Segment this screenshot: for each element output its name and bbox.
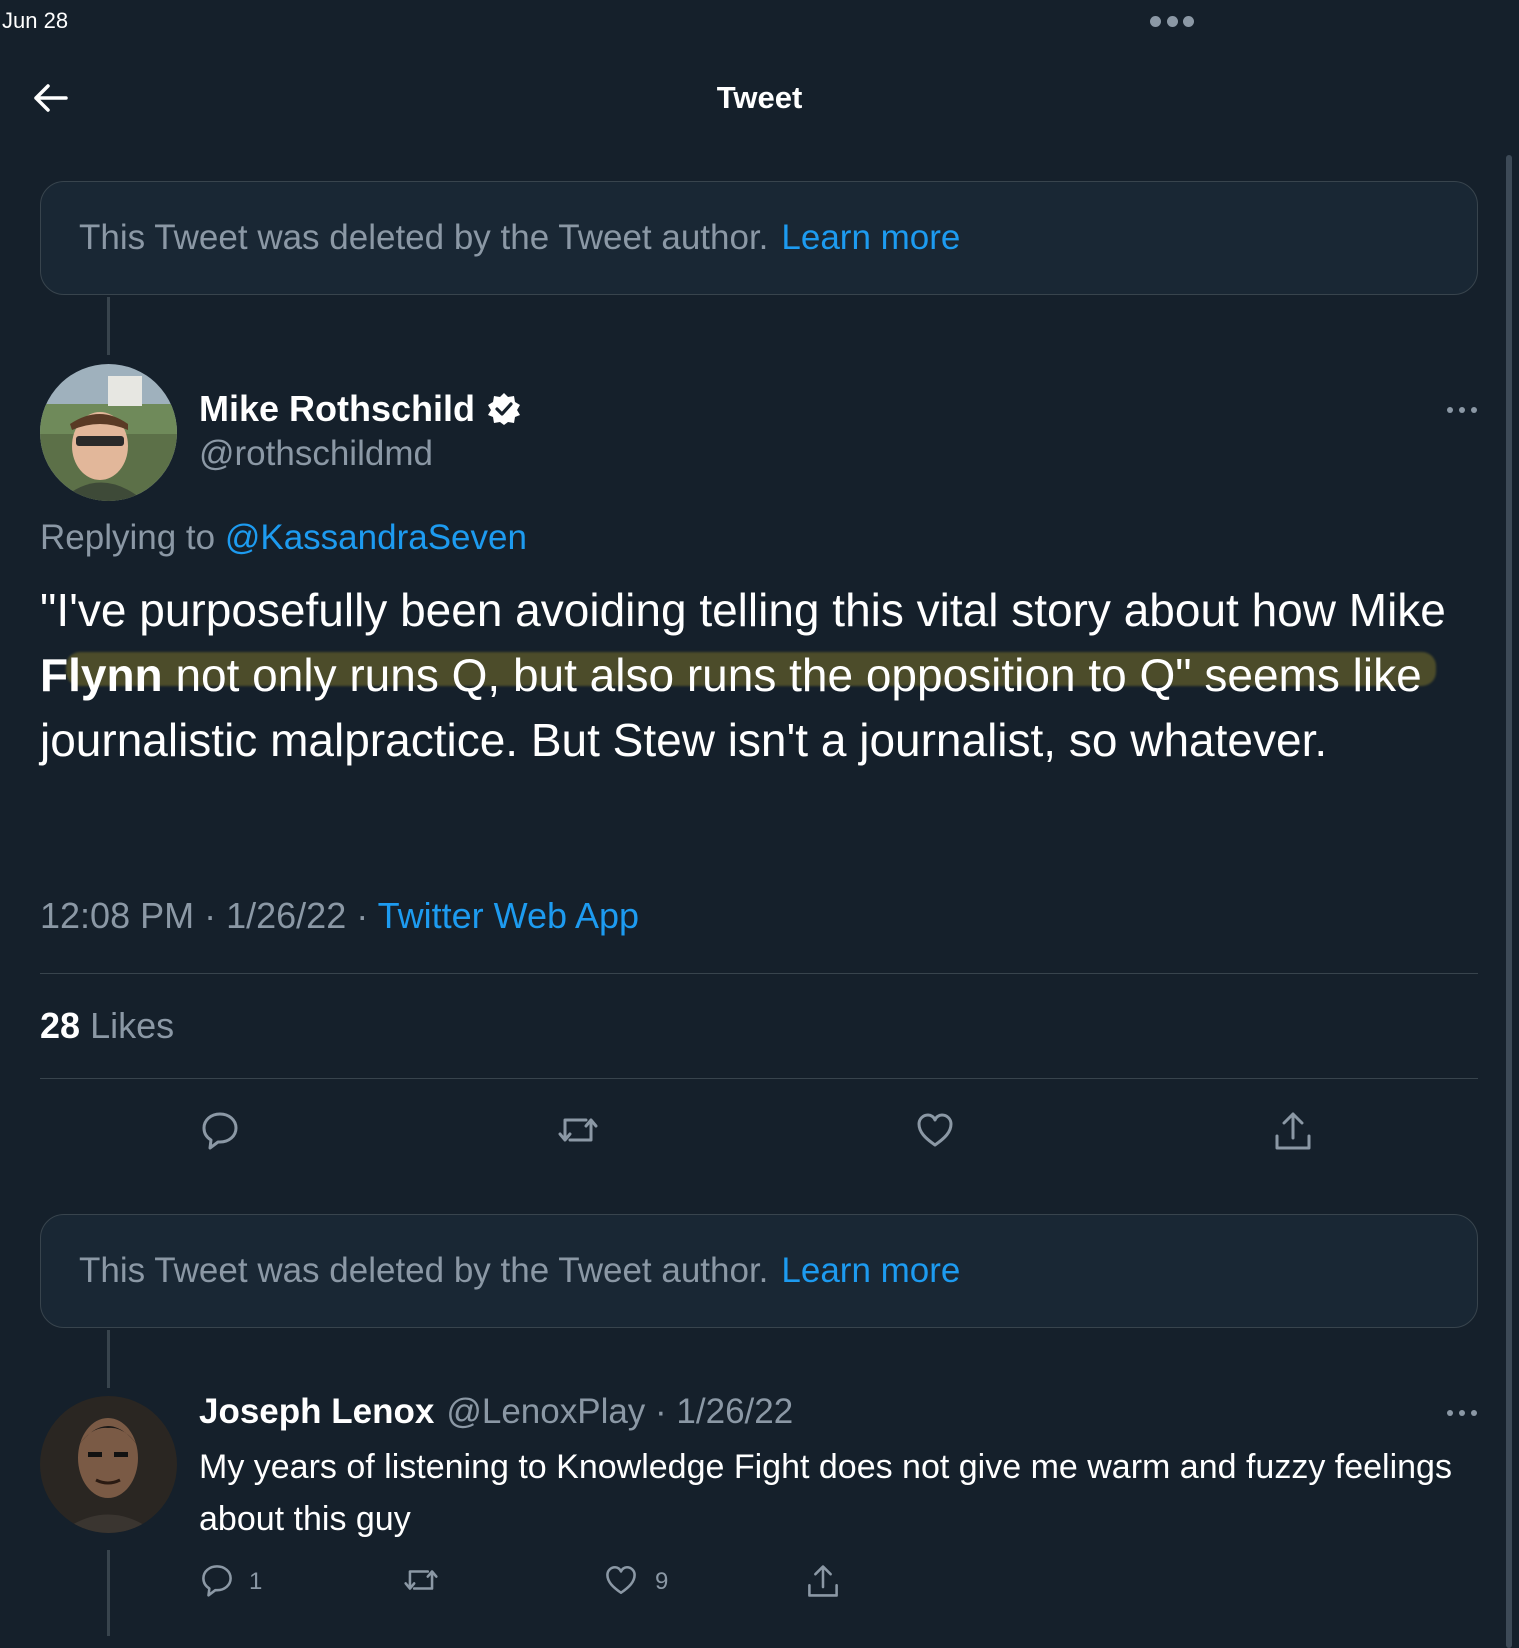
learn-more-link[interactable]: Learn more — [781, 1251, 960, 1291]
thread-line — [107, 1330, 110, 1388]
likes-label: Likes — [90, 1005, 175, 1046]
likes-count: 28 — [40, 1005, 81, 1046]
page-header: Tweet — [0, 60, 1519, 140]
verified-badge-icon — [487, 392, 521, 426]
author-handle[interactable]: @rothschildmd — [199, 434, 433, 474]
more-options-icon[interactable] — [1447, 1410, 1477, 1418]
avatar-main-author[interactable] — [40, 364, 177, 501]
learn-more-link[interactable]: Learn more — [781, 218, 960, 258]
tweet-text-bold: Flynn — [40, 649, 163, 701]
tweet-metadata: 12:08 PM · 1/26/22 · Twitter Web App — [40, 895, 639, 937]
reply-count: 1 — [249, 1568, 263, 1595]
share-icon[interactable] — [806, 1563, 840, 1599]
meta-separator: · — [645, 1392, 677, 1431]
main-author-name-row: Mike Rothschild — [199, 388, 521, 430]
reply-icon[interactable] — [200, 1110, 240, 1150]
avatar-reply-author[interactable] — [40, 1396, 177, 1533]
likes-stat[interactable]: 28 Likes — [40, 1005, 174, 1047]
retweet-icon[interactable] — [402, 1563, 440, 1597]
replying-to-mention[interactable]: @KassandraSeven — [225, 518, 527, 557]
meta-separator: · — [356, 895, 378, 936]
like-icon[interactable] — [915, 1110, 955, 1150]
author-display-name[interactable]: Mike Rothschild — [199, 388, 475, 430]
more-options-icon[interactable] — [1447, 407, 1477, 415]
status-date: Jun 28 — [2, 8, 69, 33]
tweet-text-part2: not only runs Q, but also runs the oppos… — [40, 649, 1422, 766]
divider — [40, 973, 1478, 974]
scrollbar[interactable] — [1506, 155, 1512, 1648]
share-icon[interactable] — [1273, 1110, 1313, 1152]
replying-to-line: Replying to @KassandraSeven — [40, 518, 527, 558]
page-title: Tweet — [716, 80, 803, 115]
tweet-time[interactable]: 12:08 PM — [40, 895, 194, 936]
tweet-source[interactable]: Twitter Web App — [378, 895, 639, 936]
reply-tweet-text: My years of listening to Knowledge Fight… — [199, 1448, 1452, 1538]
tweet-date[interactable]: 1/26/22 — [226, 895, 346, 936]
deleted-notice-text: This Tweet was deleted by the Tweet auth… — [79, 1251, 769, 1290]
reply-author-handle[interactable]: @LenoxPlay — [446, 1392, 645, 1432]
thread-line — [107, 1550, 110, 1636]
thread-line — [107, 297, 110, 355]
divider — [40, 1078, 1478, 1079]
reply-author-name-row: Joseph Lenox @LenoxPlay · 1/26/22 — [199, 1392, 793, 1432]
reply-date[interactable]: 1/26/22 — [676, 1392, 793, 1432]
tweet-text: "I've purposefully been avoiding telling… — [40, 578, 1490, 773]
deleted-tweet-notice: This Tweet was deleted by the Tweet auth… — [40, 181, 1478, 295]
reply-icon[interactable] — [200, 1563, 234, 1597]
retweet-icon[interactable] — [556, 1110, 600, 1150]
reply-author-display-name[interactable]: Joseph Lenox — [199, 1392, 434, 1432]
tweet-text-part1: "I've purposefully been avoiding telling… — [40, 584, 1446, 636]
deleted-notice-text: This Tweet was deleted by the Tweet auth… — [79, 218, 769, 257]
multitask-dots-icon[interactable] — [1150, 16, 1194, 28]
like-count: 9 — [655, 1568, 669, 1595]
replying-prefix: Replying to — [40, 518, 216, 557]
like-icon[interactable] — [604, 1563, 638, 1597]
deleted-tweet-notice: This Tweet was deleted by the Tweet auth… — [40, 1214, 1478, 1328]
meta-separator: · — [204, 895, 227, 936]
